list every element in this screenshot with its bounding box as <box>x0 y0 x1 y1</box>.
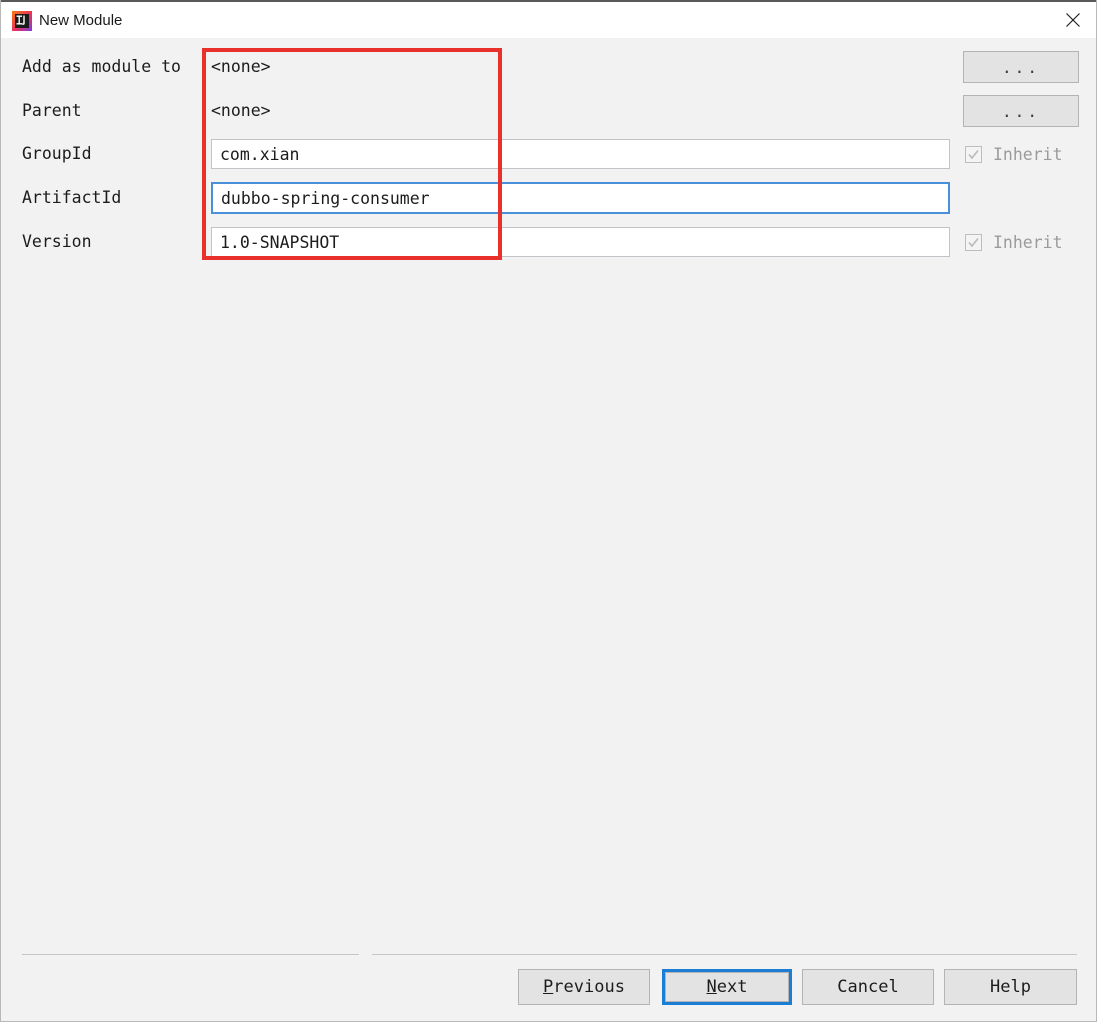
label-artifactid: ArtifactId <box>22 188 122 207</box>
cancel-button-label: Cancel <box>837 977 899 997</box>
label-groupid: GroupId <box>22 144 92 163</box>
field-row-add-as-module-to: Add as module to <none> ... <box>2 50 1096 84</box>
version-inherit-checkbox[interactable]: Inherit <box>965 225 1063 259</box>
version-input[interactable] <box>211 227 950 257</box>
value-add-as-module-to: <none> <box>211 57 271 76</box>
help-button[interactable]: Help <box>944 969 1077 1005</box>
checkmark-icon <box>965 233 982 251</box>
cancel-button[interactable]: Cancel <box>802 969 934 1005</box>
footer-separator-right <box>372 954 1077 955</box>
field-row-groupid: GroupId Inherit <box>2 137 1096 171</box>
value-parent: <none> <box>211 101 271 120</box>
groupid-input[interactable] <box>211 139 950 169</box>
field-row-artifactid: ArtifactId <box>2 181 1096 215</box>
previous-button[interactable]: Previous <box>518 969 650 1005</box>
dialog-content: Add as module to <none> ... Parent <none… <box>2 38 1096 1020</box>
label-version: Version <box>22 232 92 251</box>
label-add-as-module-to: Add as module to <box>22 57 181 76</box>
field-row-version: Version Inherit <box>2 225 1096 259</box>
next-button[interactable]: Next <box>662 969 792 1005</box>
next-button-inner: Next <box>665 972 789 1002</box>
intellij-idea-logo-icon <box>12 11 32 31</box>
label-parent: Parent <box>22 101 82 120</box>
groupid-inherit-label: Inherit <box>993 144 1063 164</box>
close-icon[interactable] <box>1050 2 1096 38</box>
field-row-parent: Parent <none> ... <box>2 94 1096 128</box>
groupid-inherit-checkbox[interactable]: Inherit <box>965 137 1063 171</box>
title-bar: New Module <box>1 0 1096 38</box>
previous-button-label: Previous <box>543 977 625 997</box>
version-inherit-label: Inherit <box>993 232 1063 252</box>
checkmark-icon <box>965 145 982 163</box>
help-button-label: Help <box>990 977 1031 997</box>
browse-add-as-module-to-button[interactable]: ... <box>963 51 1079 83</box>
new-module-dialog-window: New Module Add as module to <none> ... P… <box>0 0 1097 1022</box>
artifactid-input[interactable] <box>211 182 950 214</box>
next-button-label: Next <box>706 977 748 997</box>
window-title: New Module <box>39 12 123 29</box>
footer-separator-left <box>22 954 359 955</box>
browse-parent-button[interactable]: ... <box>963 95 1079 127</box>
